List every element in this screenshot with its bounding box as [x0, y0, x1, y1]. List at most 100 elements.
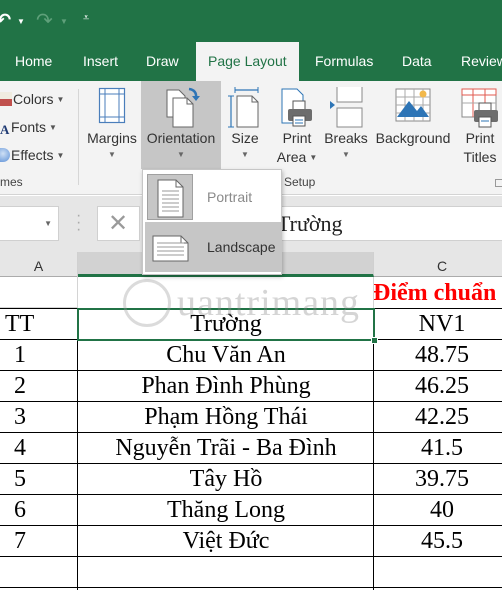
cell[interactable] [78, 277, 374, 308]
chevron-down-icon: ▼ [309, 153, 318, 162]
margins-button[interactable]: Margins ▼ [83, 81, 141, 162]
page-setup-dialog-launcher-icon[interactable] [495, 179, 502, 187]
fonts-button[interactable]: A Fonts ▼ [0, 115, 57, 139]
size-button[interactable]: Size ▼ [226, 81, 264, 162]
cell-tt[interactable]: 4 [0, 432, 78, 463]
chevron-down-icon: ▼ [56, 151, 65, 160]
column-header-c[interactable]: C [374, 252, 502, 277]
group-divider [78, 89, 79, 185]
cell-score[interactable]: 48.75 [374, 339, 502, 370]
cell-tt[interactable]: 6 [0, 494, 78, 525]
orientation-button[interactable]: Orientation ▼ [141, 81, 221, 169]
table-row: 4 Nguyễn Trãi - Ba Đình 41.5 [0, 432, 502, 463]
effects-button[interactable]: Effects ▼ [0, 143, 64, 167]
chevron-down-icon[interactable]: ▼ [44, 219, 52, 228]
cell-tt[interactable]: 5 [0, 463, 78, 494]
border-line [0, 432, 502, 433]
print-area-button[interactable]: Print Area ▼ [272, 81, 322, 167]
cell[interactable] [374, 556, 502, 587]
undo-dropdown-icon[interactable]: ▼ [17, 17, 25, 26]
title-cell[interactable]: Điểm chuẩn [373, 277, 501, 308]
fonts-icon: A [0, 122, 10, 137]
border-line [0, 525, 502, 526]
orientation-portrait-item[interactable]: Portrait [145, 172, 281, 222]
cell-tt[interactable]: 7 [0, 525, 78, 556]
gridline [373, 277, 374, 308]
cell-score[interactable]: 42.25 [374, 401, 502, 432]
undo-icon[interactable]: ↶ [0, 10, 11, 31]
background-icon [395, 88, 431, 122]
cell-score[interactable]: 45.5 [374, 525, 502, 556]
size-icon [228, 87, 259, 128]
table-row: 6 Thăng Long 40 [0, 494, 502, 525]
breaks-icon [330, 87, 363, 128]
tab-draw[interactable]: Draw [134, 42, 191, 81]
table-row [0, 556, 502, 587]
chevron-down-icon: ▼ [177, 150, 185, 159]
cell-tt[interactable]: 3 [0, 401, 78, 432]
tab-formulas[interactable]: Formulas [303, 42, 385, 81]
margins-icon [98, 87, 126, 124]
redo-icon[interactable]: ↷ [36, 8, 53, 33]
border-line [0, 494, 502, 495]
colors-icon [0, 92, 12, 106]
cell[interactable] [0, 277, 78, 308]
table-row: 3 Phạm Hồng Thái 42.25 [0, 401, 502, 432]
chevron-down-icon: ▼ [49, 123, 57, 132]
chevron-down-icon: ▼ [56, 95, 65, 104]
background-button[interactable]: Background [372, 81, 454, 148]
tab-page-layout[interactable]: Page Layout [196, 42, 299, 81]
cell-tt[interactable]: 1 [0, 339, 78, 370]
page-setup-group-label: Setup [284, 175, 316, 189]
tab-home[interactable]: Home [3, 42, 64, 81]
cell-school[interactable]: Thăng Long [78, 494, 374, 525]
cell-school[interactable]: Việt Đức [78, 525, 374, 556]
tab-insert[interactable]: Insert [71, 42, 130, 81]
breaks-button[interactable]: Breaks ▼ [323, 81, 369, 162]
cell-score[interactable]: 39.75 [374, 463, 502, 494]
resize-handle[interactable]: · · · [76, 208, 82, 238]
table-row: 2 Phan Đình Phùng 46.25 [0, 370, 502, 401]
border-line [77, 308, 78, 590]
table-row: 1 Chu Văn An 48.75 [0, 339, 502, 370]
fill-handle[interactable] [371, 337, 378, 344]
portrait-page-icon [157, 179, 184, 218]
border-line [373, 308, 374, 590]
tab-review[interactable]: Review [449, 42, 502, 81]
cell[interactable] [0, 556, 78, 587]
colors-button[interactable]: Colors ▼ [0, 87, 64, 111]
column-header-a[interactable]: A [0, 252, 78, 277]
cell-school[interactable]: Chu Văn An [78, 339, 374, 370]
orientation-landscape-item[interactable]: Landscape [145, 222, 281, 272]
chevron-down-icon: ▼ [342, 150, 350, 159]
tab-data[interactable]: Data [390, 42, 444, 81]
selected-cell-outline[interactable] [77, 308, 378, 344]
header-cell-score[interactable]: NV1 [374, 308, 502, 339]
cancel-button[interactable]: ✕ [97, 206, 140, 241]
table-row: Điểm chuẩn [0, 277, 502, 308]
orientation-icon [166, 87, 200, 128]
cell-score[interactable]: 40 [374, 494, 502, 525]
ribbon-tabs: Home Insert Draw Page Layout Formulas Da… [0, 42, 502, 81]
redo-dropdown-icon[interactable]: ▼ [60, 17, 68, 26]
chevron-down-icon: ▼ [241, 150, 249, 159]
effects-icon [0, 148, 10, 162]
cell-school[interactable]: Phạm Hồng Thái [78, 401, 374, 432]
border-line [0, 401, 502, 402]
name-box[interactable]: ▼ [0, 206, 59, 241]
border-line [0, 463, 502, 464]
cell-score[interactable]: 41.5 [374, 432, 502, 463]
cell-score[interactable]: 46.25 [374, 370, 502, 401]
title-bar: ↶ ▼ ↷ ▼ ⩡ [0, 0, 502, 42]
customize-qat-icon[interactable]: ⩡ [83, 12, 89, 25]
cell-school[interactable]: Nguyễn Trãi - Ba Đình [78, 432, 374, 463]
cell-tt[interactable]: 2 [0, 370, 78, 401]
cell-school[interactable]: Phan Đình Phùng [78, 370, 374, 401]
header-cell-tt[interactable]: TT [0, 308, 78, 339]
cell-school[interactable]: Tây Hồ [78, 463, 374, 494]
gridline [77, 277, 78, 308]
table-row: 5 Tây Hồ 39.75 [0, 463, 502, 494]
print-titles-button[interactable]: Print Titles [458, 81, 502, 167]
border-line [0, 556, 502, 557]
cell[interactable] [78, 556, 374, 587]
